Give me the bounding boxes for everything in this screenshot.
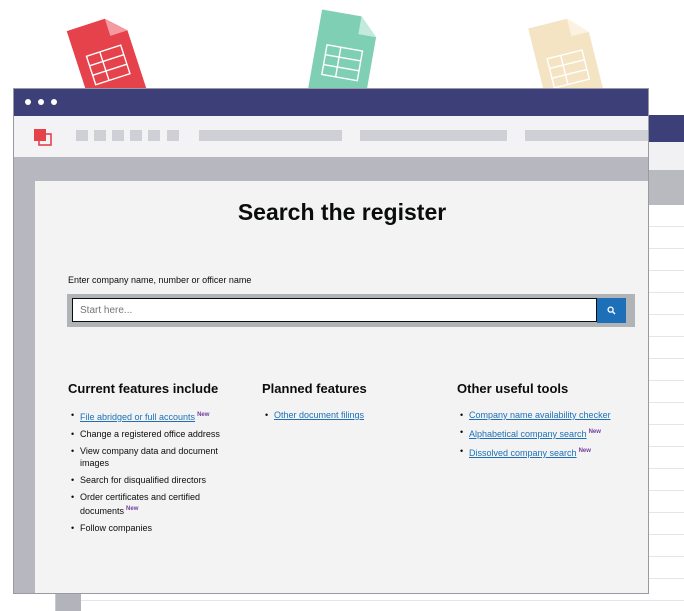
dissolved-search-link[interactable]: Dissolved company search (469, 448, 577, 458)
feature-list: Other document filings (262, 409, 432, 421)
list-item: Change a registered office address (68, 428, 238, 440)
other-document-filings-link[interactable]: Other document filings (274, 410, 364, 420)
other-useful-tools-column: Other useful tools Company name availabi… (457, 381, 637, 464)
window-dot[interactable] (38, 99, 44, 105)
toolbar-placeholder[interactable] (130, 130, 142, 141)
list-item: Follow companies (68, 522, 238, 534)
name-availability-link[interactable]: Company name availability checker (469, 410, 611, 420)
list-item: Alphabetical company searchNew (457, 426, 637, 440)
toolbar-placeholder[interactable] (76, 130, 88, 141)
toolbar-placeholder[interactable] (148, 130, 160, 141)
app-logo-icon (34, 129, 52, 146)
alphabetical-search-link[interactable]: Alphabetical company search (469, 429, 587, 439)
toolbar-placeholder[interactable] (167, 130, 179, 141)
new-badge: New (126, 506, 139, 512)
search-bar (67, 294, 635, 327)
toolbar-placeholder[interactable] (360, 130, 507, 141)
list-item: Dissolved company searchNew (457, 445, 637, 459)
search-button[interactable] (597, 298, 626, 323)
new-badge: New (578, 448, 591, 454)
list-item: Other document filings (262, 409, 432, 421)
column-heading: Other useful tools (457, 381, 569, 396)
page-content: Search the register Enter company name, … (35, 181, 648, 593)
toolbar-placeholder[interactable] (94, 130, 106, 141)
feature-list: File abridged or full accountsNew Change… (68, 409, 238, 534)
browser-window: Search the register Enter company name, … (13, 88, 649, 594)
page-title: Search the register (237, 199, 447, 225)
page-left-gutter (14, 181, 35, 593)
toolbar-placeholder[interactable] (525, 130, 648, 141)
list-item-text: Order certificates and certified documen… (80, 492, 201, 516)
background-window-footer (56, 593, 81, 611)
planned-features-column: Planned features Other document filings (262, 381, 432, 426)
list-item: Order certificates and certified documen… (68, 491, 238, 517)
new-badge: New (588, 429, 601, 435)
toolbar-placeholder[interactable] (199, 130, 342, 141)
list-item: Company name availability checker (457, 409, 637, 421)
browser-toolbar (14, 116, 648, 157)
list-item: File abridged or full accountsNew (68, 409, 238, 423)
window-dot[interactable] (25, 99, 31, 105)
new-badge: New (197, 412, 210, 418)
search-input[interactable] (72, 298, 597, 322)
column-heading: Planned features (262, 381, 367, 396)
list-item: View company data and document images (68, 445, 238, 469)
column-heading: Current features include (68, 381, 219, 396)
window-titlebar (14, 89, 648, 116)
search-label: Enter company name, number or officer na… (68, 275, 252, 285)
toolbar-placeholder[interactable] (112, 130, 124, 141)
file-accounts-link[interactable]: File abridged or full accounts (80, 412, 195, 422)
search-icon (607, 306, 616, 315)
tool-list: Company name availability checker Alphab… (457, 409, 637, 459)
current-features-column: Current features include File abridged o… (68, 381, 238, 539)
window-dot[interactable] (51, 99, 57, 105)
page-header-band (14, 157, 648, 181)
list-item: Search for disqualified directors (68, 474, 238, 486)
